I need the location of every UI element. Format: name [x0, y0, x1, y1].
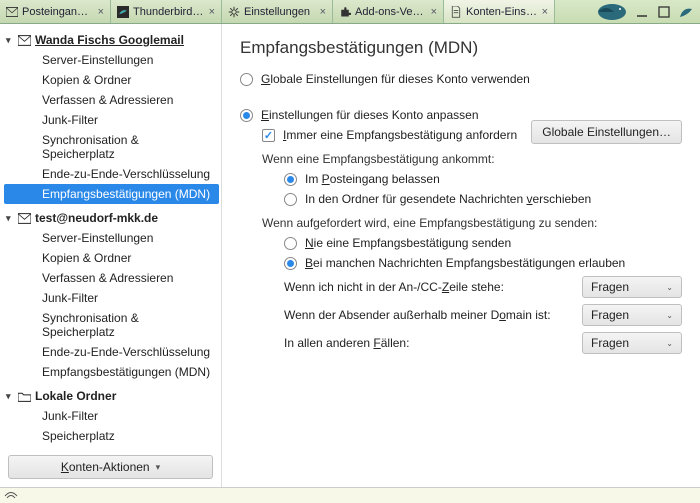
option-label: Immer eine Empfangsbestätigung anfordern — [283, 128, 517, 142]
option-label: In den Ordner für gesendete Nachrichten … — [305, 192, 591, 206]
app-icon[interactable] — [678, 4, 694, 20]
close-icon[interactable]: × — [542, 6, 548, 18]
account-header-neudorf[interactable]: ▾ test@neudorf-mkk.de — [4, 208, 219, 228]
radio-icon[interactable] — [240, 109, 253, 122]
maximize-icon[interactable] — [656, 4, 672, 20]
select-value: Fragen — [591, 308, 629, 322]
tab-label: Posteingang - test@ne — [22, 6, 94, 18]
close-icon[interactable]: × — [98, 6, 104, 18]
account-actions-button[interactable]: Konten-Aktionen ▾ — [8, 455, 213, 479]
account-name: test@neudorf-mkk.de — [35, 211, 158, 225]
label-other-cases: In allen anderen Fällen: — [284, 336, 572, 350]
mail-icon — [18, 213, 31, 224]
checkbox-icon[interactable]: ✓ — [262, 129, 275, 142]
select-value: Fragen — [591, 336, 629, 350]
account-name: Lokale Ordner — [35, 389, 116, 403]
account-header-googlemail[interactable]: ▾ Wanda Fischs Googlemail — [4, 30, 219, 50]
radio-icon[interactable] — [284, 193, 297, 206]
option-label: Einstellungen für dieses Konto anpassen — [261, 108, 479, 122]
tab-bar: Posteingang - test@ne × Thunderbird Priv… — [0, 0, 700, 24]
option-allow-some[interactable]: Bei manchen Nachrichten Empfangsbestätig… — [284, 256, 682, 270]
folder-icon — [18, 391, 31, 402]
sidebar-item-sync[interactable]: Synchronisation & Speicherplatz — [4, 308, 219, 342]
sidebar-item-server[interactable]: Server-Einstellungen — [4, 50, 219, 70]
account-header-local[interactable]: ▾ Lokale Ordner — [4, 386, 219, 406]
chevron-down-icon: ⌄ — [666, 339, 673, 348]
collapse-icon[interactable]: ▾ — [6, 213, 11, 224]
label-not-in-cc: Wenn ich nicht in der An-/CC-Zeile stehe… — [284, 280, 572, 294]
close-icon[interactable]: × — [320, 6, 326, 18]
select-other-cases[interactable]: Fragen ⌄ — [582, 332, 682, 354]
button-label: Konten-Aktionen — [61, 460, 150, 474]
sidebar-item-mdn[interactable]: Empfangsbestätigungen (MDN) — [4, 184, 219, 204]
option-leave-inbox[interactable]: Im Posteingang belassen — [284, 172, 682, 186]
sidebar-item-server[interactable]: Server-Einstellungen — [4, 228, 219, 248]
tab-label: Thunderbird Privac — [133, 6, 205, 18]
document-icon — [450, 6, 462, 18]
tab-label: Einstellungen — [244, 6, 316, 18]
mail-icon — [6, 6, 18, 18]
button-label: Globale Einstellungen… — [542, 125, 671, 139]
tabbar-decoration — [555, 0, 700, 23]
sidebar-item-e2e[interactable]: Ende-zu-Ende-Verschlüsselung — [4, 164, 219, 184]
tab-settings[interactable]: Einstellungen × — [222, 0, 333, 23]
status-bar — [0, 487, 700, 503]
tab-addons[interactable]: Add-ons-Verwaltun × — [333, 0, 444, 23]
sidebar-item-sync[interactable]: Synchronisation & Speicherplatz — [4, 130, 219, 164]
tab-privacy[interactable]: Thunderbird Privac × — [111, 0, 222, 23]
collapse-icon[interactable]: ▾ — [6, 35, 11, 46]
collapse-icon[interactable]: ▾ — [6, 391, 11, 402]
chevron-down-icon: ▾ — [156, 462, 161, 473]
sidebar-item-junk[interactable]: Junk-Filter — [4, 110, 219, 130]
page-title: Empfangsbestätigungen (MDN) — [240, 38, 682, 58]
option-label: Nie eine Empfangsbestätigung senden — [305, 236, 511, 250]
account-tree: ▾ Wanda Fischs Googlemail Server-Einstel… — [0, 24, 222, 487]
global-settings-button[interactable]: Globale Einstellungen… — [531, 120, 682, 144]
option-label: Globale Einstellungen für dieses Konto v… — [261, 72, 530, 86]
thunderbird-icon — [117, 6, 129, 18]
section-when-arrives: Wenn eine Empfangsbestätigung ankommt: — [262, 152, 682, 166]
radio-icon[interactable] — [284, 257, 297, 270]
sidebar-item-mdn[interactable]: Empfangsbestätigungen (MDN) — [4, 362, 219, 382]
option-label: Bei manchen Nachrichten Empfangsbestätig… — [305, 256, 625, 270]
section-when-asked: Wenn aufgefordert wird, eine Empfangsbes… — [262, 216, 682, 230]
puzzle-icon — [339, 6, 351, 18]
close-icon[interactable]: × — [431, 6, 437, 18]
minimize-icon[interactable] — [634, 4, 650, 20]
tab-inbox[interactable]: Posteingang - test@ne × — [0, 0, 111, 23]
option-never-send[interactable]: Nie eine Empfangsbestätigung senden — [284, 236, 682, 250]
radio-icon[interactable] — [284, 173, 297, 186]
sidebar-item-copies[interactable]: Kopien & Ordner — [4, 248, 219, 268]
sidebar-item-e2e[interactable]: Ende-zu-Ende-Verschlüsselung — [4, 342, 219, 362]
account-header-smtp[interactable]: Postausgangs-Server (SMTP) — [4, 450, 219, 451]
chevron-down-icon: ⌄ — [666, 283, 673, 292]
tab-label: Konten-Einstellung — [466, 6, 538, 18]
chevron-down-icon: ⌄ — [666, 311, 673, 320]
sidebar-item-compose[interactable]: Verfassen & Adressieren — [4, 90, 219, 110]
select-not-in-cc[interactable]: Fragen ⌄ — [582, 276, 682, 298]
mail-icon — [18, 35, 31, 46]
close-icon[interactable]: × — [209, 6, 215, 18]
sidebar-item-junk[interactable]: Junk-Filter — [4, 406, 219, 426]
sidebar-item-junk[interactable]: Junk-Filter — [4, 288, 219, 308]
gear-icon — [228, 6, 240, 18]
online-icon[interactable] — [4, 491, 18, 501]
select-value: Fragen — [591, 280, 629, 294]
radio-icon[interactable] — [284, 237, 297, 250]
bird-decoration — [582, 2, 628, 22]
label-outside-domain: Wenn der Absender außerhalb meiner Domai… — [284, 308, 572, 322]
tab-label: Add-ons-Verwaltun — [355, 6, 427, 18]
select-outside-domain[interactable]: Fragen ⌄ — [582, 304, 682, 326]
account-name: Wanda Fischs Googlemail — [35, 33, 184, 47]
settings-panel: Empfangsbestätigungen (MDN) Globale Eins… — [222, 24, 700, 487]
sidebar-item-disk[interactable]: Speicherplatz — [4, 426, 219, 446]
sidebar-item-compose[interactable]: Verfassen & Adressieren — [4, 268, 219, 288]
tab-accounts[interactable]: Konten-Einstellung × — [444, 0, 555, 23]
sidebar-item-copies[interactable]: Kopien & Ordner — [4, 70, 219, 90]
option-use-global[interactable]: Globale Einstellungen für dieses Konto v… — [240, 72, 682, 86]
option-move-sent[interactable]: In den Ordner für gesendete Nachrichten … — [284, 192, 682, 206]
radio-icon[interactable] — [240, 73, 253, 86]
option-label: Im Posteingang belassen — [305, 172, 440, 186]
